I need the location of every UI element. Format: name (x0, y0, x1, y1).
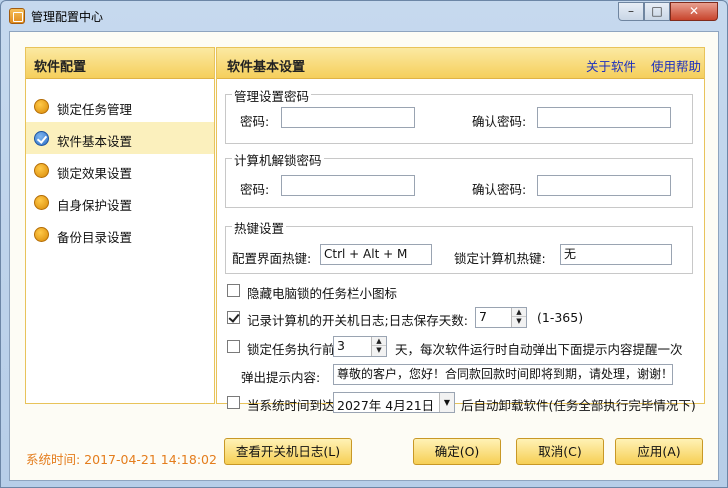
sidebar-item-basic-settings[interactable]: 软件基本设置 (26, 122, 214, 154)
hide-tray-label: 隐藏电脑锁的任务栏小图标 (247, 286, 398, 301)
unlock-password-legend: 计算机解锁密码 (232, 150, 324, 169)
spin-down-icon[interactable]: ▼ (512, 317, 526, 326)
sidebar-item-backup-dir[interactable]: 备份目录设置 (26, 218, 214, 250)
lock-hotkey-input[interactable]: 无 (560, 244, 672, 265)
log-days-value: 7 (479, 309, 487, 324)
popup-content-row: 弹出提示内容: 尊敬的客户，您好！合同款回款时间即将到期，请处理，谢谢！ (225, 362, 695, 388)
sidebar: 软件配置 锁定任务管理 软件基本设置 锁定效果设置 自身保护设置 备份目录设置 (25, 47, 215, 404)
settings-panel: 软件基本设置 关于软件 使用帮助 管理设置密码 密码: 确认密码: 计算机解锁密… (216, 47, 705, 413)
lock-before-label: 锁定任务执行前 (247, 342, 335, 357)
title-bar[interactable]: 管理配置中心 – □ ✕ (1, 1, 727, 31)
sidebar-item-label: 备份目录设置 (57, 230, 133, 245)
uninstall-suffix: 后自动卸载软件(任务全部执行完毕情况下) (461, 398, 696, 413)
orange-dot-icon (34, 195, 49, 210)
log-power-option: 记录计算机的开关机日志;日志保存天数: 7 ▲ ▼ (1-365) (225, 305, 695, 331)
minimize-button[interactable]: – (618, 2, 644, 21)
lock-before-checkbox[interactable] (227, 340, 240, 353)
blue-check-icon (34, 131, 49, 146)
about-link[interactable]: 关于软件 (586, 56, 636, 75)
sidebar-item-label: 锁定任务管理 (57, 102, 133, 117)
sidebar-item-self-protect[interactable]: 自身保护设置 (26, 186, 214, 218)
panel-title: 软件基本设置 (227, 60, 306, 75)
apply-button[interactable]: 应用(A) (615, 438, 703, 465)
log-days-range: (1-365) (537, 310, 584, 325)
lock-before-days-value: 3 (337, 338, 345, 353)
window-title: 管理配置中心 (31, 10, 104, 24)
spin-down-icon[interactable]: ▼ (372, 346, 386, 355)
sidebar-item-label: 锁定效果设置 (57, 166, 133, 181)
lock-before-suffix: 天，每次软件运行时自动弹出下面提示内容提醒一次 (395, 342, 683, 357)
help-link[interactable]: 使用帮助 (651, 56, 701, 75)
popup-content-label: 弹出提示内容: (241, 370, 321, 385)
cancel-button[interactable]: 取消(C) (516, 438, 604, 465)
ok-button[interactable]: 确定(O) (413, 438, 501, 465)
log-power-checkbox[interactable] (227, 311, 240, 324)
admin-password-input[interactable] (281, 107, 415, 128)
hotkey-legend: 热键设置 (232, 218, 287, 237)
orange-dot-icon (34, 99, 49, 114)
sidebar-item-lock-effect[interactable]: 锁定效果设置 (26, 154, 214, 186)
sidebar-item-label: 自身保护设置 (57, 198, 133, 213)
app-icon (9, 8, 25, 24)
uninstall-checkbox[interactable] (227, 396, 240, 409)
admin-confirm-input[interactable] (537, 107, 671, 128)
admin-confirm-label: 确认密码: (472, 114, 527, 129)
view-log-button[interactable]: 查看开关机日志(L) (224, 438, 352, 465)
unlock-confirm-label: 确认密码: (472, 182, 527, 197)
close-button[interactable]: ✕ (670, 2, 718, 21)
uninstall-date-value: 2027年 4月21日 (337, 398, 435, 413)
unlock-password-group: 计算机解锁密码 密码: 确认密码: (225, 150, 693, 208)
client-area: 软件配置 锁定任务管理 软件基本设置 锁定效果设置 自身保护设置 备份目录设置 … (9, 31, 719, 481)
uninstall-label: 当系统时间到达 (247, 398, 335, 413)
popup-content-input[interactable]: 尊敬的客户，您好！合同款回款时间即将到期，请处理，谢谢！ (333, 364, 673, 385)
orange-dot-icon (34, 163, 49, 178)
maximize-button[interactable]: □ (644, 2, 670, 21)
unlock-password-input[interactable] (281, 175, 415, 196)
hide-tray-checkbox[interactable] (227, 284, 240, 297)
lock-before-option: 锁定任务执行前 3 ▲ ▼ 天，每次软件运行时自动弹出下面提示内容提醒一次 (225, 334, 695, 360)
unlock-password-label: 密码: (240, 182, 270, 197)
hide-tray-option[interactable]: 隐藏电脑锁的任务栏小图标 (225, 280, 695, 302)
admin-password-legend: 管理设置密码 (232, 86, 312, 105)
lock-before-spin-buttons: ▲ ▼ (371, 337, 386, 356)
uninstall-date-picker[interactable]: 2027年 4月21日 ▼ (333, 392, 455, 413)
sidebar-list: 锁定任务管理 软件基本设置 锁定效果设置 自身保护设置 备份目录设置 (26, 90, 214, 250)
uninstall-option: 当系统时间到达 2027年 4月21日 ▼ 后自动卸载软件(任务全部执行完毕情况… (225, 390, 696, 416)
log-days-spin-buttons: ▲ ▼ (511, 308, 526, 327)
orange-dot-icon (34, 227, 49, 242)
admin-password-group: 管理设置密码 密码: 确认密码: (225, 86, 693, 144)
lock-before-days-stepper[interactable]: 3 ▲ ▼ (333, 336, 387, 357)
admin-password-label: 密码: (240, 114, 270, 129)
lock-hotkey-label: 锁定计算机热键: (454, 251, 546, 266)
sidebar-item-lock-task[interactable]: 锁定任务管理 (26, 90, 214, 122)
sidebar-header: 软件配置 (26, 48, 214, 79)
log-days-stepper[interactable]: 7 ▲ ▼ (475, 307, 527, 328)
spin-up-icon[interactable]: ▲ (512, 308, 526, 317)
system-time: 系统时间: 2017-04-21 14:18:02 (26, 452, 217, 467)
log-power-label: 记录计算机的开关机日志;日志保存天数: (247, 313, 468, 328)
panel-header: 软件基本设置 关于软件 使用帮助 (217, 48, 704, 79)
unlock-confirm-input[interactable] (537, 175, 671, 196)
spin-up-icon[interactable]: ▲ (372, 337, 386, 346)
app-window: 管理配置中心 – □ ✕ 软件配置 锁定任务管理 软件基本设置 锁定效果设置 自… (0, 0, 728, 488)
config-hotkey-input[interactable]: Ctrl + Alt + M (320, 244, 432, 265)
chevron-down-icon[interactable]: ▼ (439, 393, 454, 412)
hotkey-group: 热键设置 配置界面热键: Ctrl + Alt + M 锁定计算机热键: 无 (225, 218, 693, 274)
sidebar-item-label: 软件基本设置 (57, 134, 133, 149)
config-hotkey-label: 配置界面热键: (232, 251, 312, 266)
